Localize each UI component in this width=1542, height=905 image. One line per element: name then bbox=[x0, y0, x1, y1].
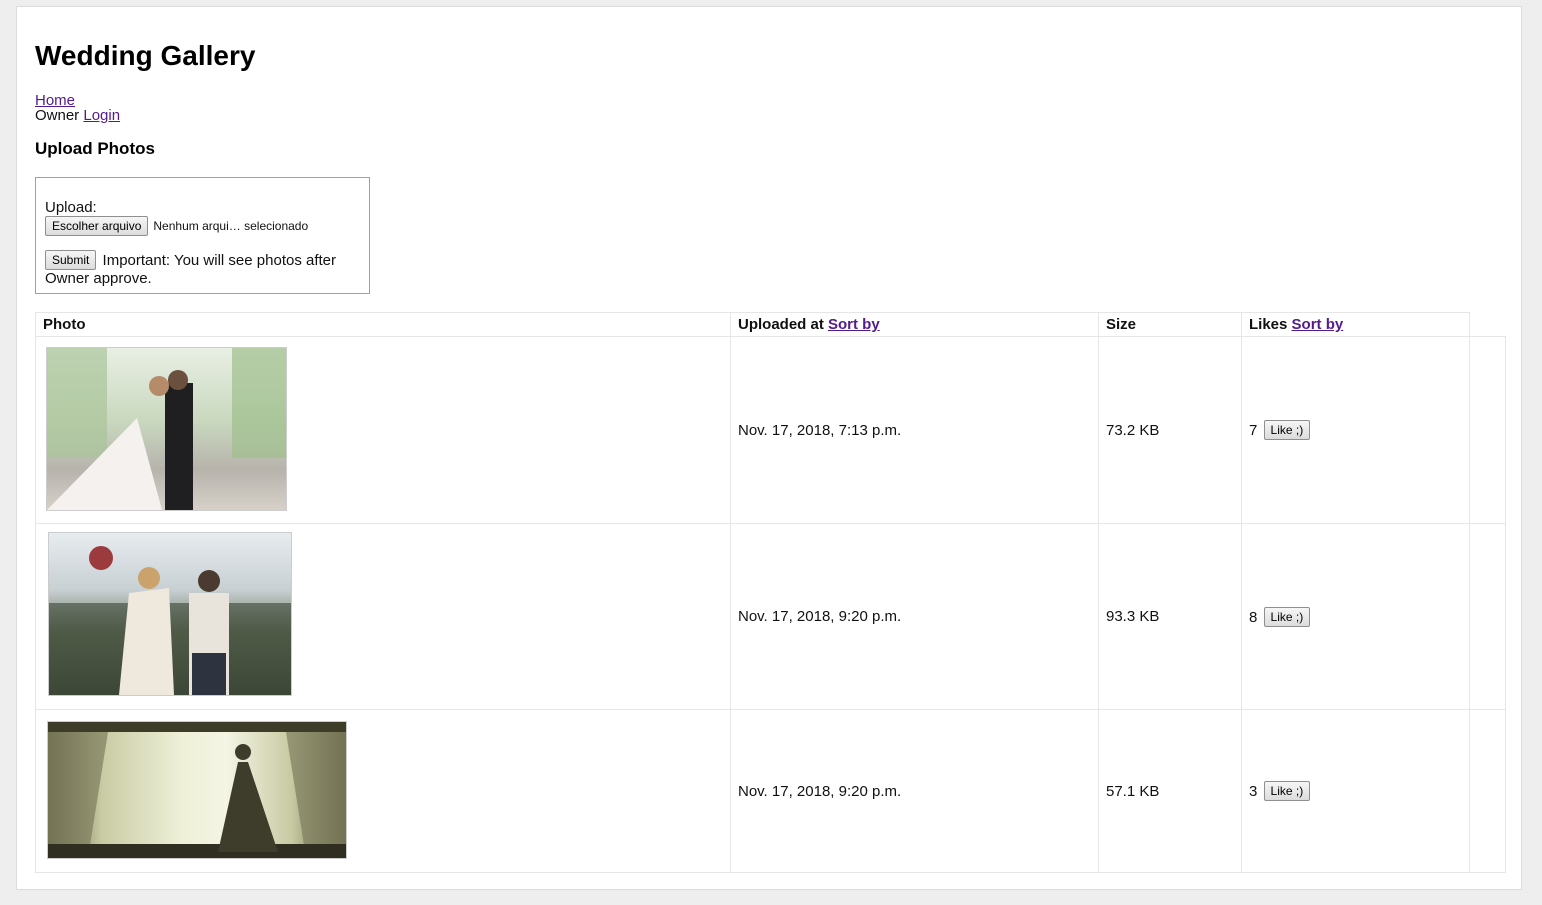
page-title: Wedding Gallery bbox=[35, 40, 256, 71]
sort-by-uploaded-link[interactable]: Sort by bbox=[828, 316, 880, 333]
like-button[interactable]: Like ;) bbox=[1263, 781, 1311, 801]
likes-count: 8 bbox=[1249, 608, 1258, 626]
likes-cell: 8 Like ;) bbox=[1241, 523, 1470, 710]
uploaded-at-cell: Nov. 17, 2018, 7:13 p.m. bbox=[730, 336, 1099, 524]
submit-button[interactable]: Submit bbox=[45, 250, 97, 270]
wedding-photo[interactable] bbox=[47, 721, 347, 859]
header-likes: Likes Sort by bbox=[1241, 312, 1470, 337]
table-row: Nov. 17, 2018, 7:13 p.m. 73.2 KB 7 Like … bbox=[35, 336, 1506, 524]
empty-cell bbox=[1469, 709, 1506, 873]
likes-cell: 3 Like ;) bbox=[1241, 709, 1470, 873]
sort-by-likes-link[interactable]: Sort by bbox=[1292, 316, 1344, 333]
table-header-row: Photo Uploaded at Sort by Size Likes Sor… bbox=[35, 312, 1506, 337]
owner-line: Owner Login bbox=[35, 107, 120, 124]
uploaded-at-cell: Nov. 17, 2018, 9:20 p.m. bbox=[730, 523, 1099, 710]
uploaded-at-cell: Nov. 17, 2018, 9:20 p.m. bbox=[730, 709, 1099, 873]
upload-label: Upload: bbox=[45, 199, 97, 216]
photo-cell bbox=[35, 523, 731, 710]
empty-cell bbox=[1469, 336, 1506, 524]
choose-file-button[interactable]: Escolher arquivo bbox=[45, 216, 149, 236]
page-container: Wedding Gallery Home Owner Login Upload … bbox=[16, 6, 1522, 890]
photo-table: Photo Uploaded at Sort by Size Likes Sor… bbox=[35, 312, 1506, 873]
likes-cell: 7 Like ;) bbox=[1241, 336, 1470, 524]
header-empty bbox=[1470, 313, 1506, 337]
header-photo: Photo bbox=[35, 312, 731, 337]
like-button[interactable]: Like ;) bbox=[1263, 606, 1311, 627]
wedding-photo[interactable] bbox=[48, 532, 292, 696]
login-link[interactable]: Login bbox=[83, 107, 120, 124]
owner-label: Owner bbox=[35, 107, 80, 124]
upload-heading: Upload Photos bbox=[35, 139, 155, 158]
file-status-text: Nenhum arqui… selecionado bbox=[153, 219, 309, 233]
likes-count: 7 bbox=[1249, 422, 1258, 439]
photo-cell bbox=[35, 709, 731, 873]
table-row: Nov. 17, 2018, 9:20 p.m. 93.3 KB 8 Like … bbox=[35, 523, 1506, 710]
size-cell: 57.1 KB bbox=[1098, 709, 1242, 873]
likes-count: 3 bbox=[1249, 783, 1258, 800]
header-uploaded-at: Uploaded at Sort by bbox=[730, 312, 1099, 337]
file-input: Escolher arquivo Nenhum arqui… seleciona… bbox=[45, 216, 308, 236]
size-cell: 93.3 KB bbox=[1098, 523, 1242, 710]
like-button[interactable]: Like ;) bbox=[1263, 420, 1311, 440]
table-row: Nov. 17, 2018, 9:20 p.m. 57.1 KB 3 Like … bbox=[35, 709, 1506, 873]
size-cell: 73.2 KB bbox=[1098, 336, 1242, 524]
photo-cell bbox=[35, 336, 731, 524]
empty-cell bbox=[1469, 523, 1506, 710]
upload-form: Upload: Escolher arquivo Nenhum arqui… s… bbox=[35, 177, 370, 294]
header-size: Size bbox=[1098, 312, 1242, 337]
wedding-photo[interactable] bbox=[46, 347, 287, 511]
